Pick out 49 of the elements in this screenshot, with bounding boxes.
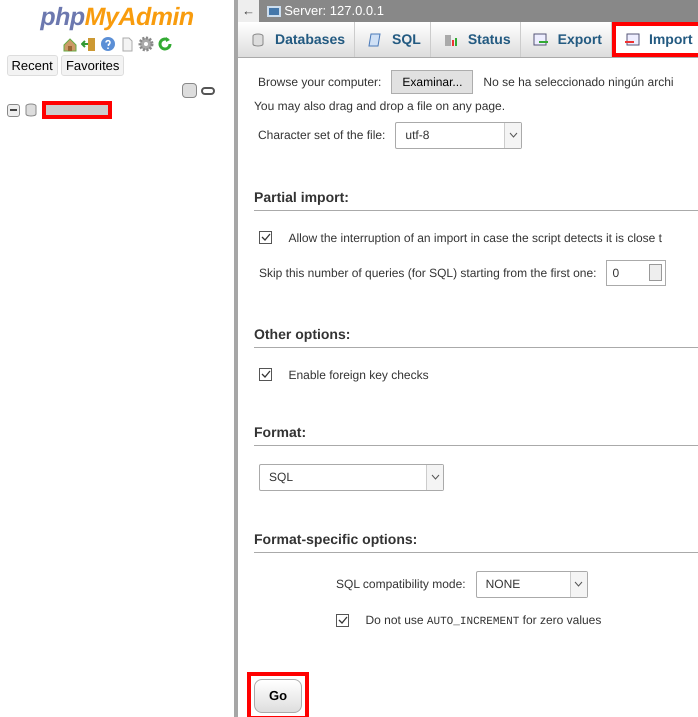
door-icon[interactable] [80, 36, 96, 52]
checkbox-label: Enable foreign key checks [288, 366, 429, 384]
tab[interactable]: Status [430, 22, 521, 57]
back-button[interactable]: ← [238, 0, 259, 22]
tab[interactable]: Export [520, 22, 612, 57]
select-field[interactable]: SQL [259, 464, 444, 491]
home-icon[interactable] [62, 36, 78, 52]
scroll-icon [367, 32, 384, 48]
field-label: Browse your computer: [258, 74, 382, 91]
checkbox[interactable] [259, 231, 272, 244]
field-label: Character set of the file: [258, 127, 386, 144]
select-field[interactable]: utf-8 [395, 122, 522, 149]
section-title: Other options: [254, 324, 698, 348]
hint-text: You may also drag and drop a file on any page. [254, 98, 506, 116]
section-title: Format: [254, 422, 698, 446]
sidebar-tab[interactable]: Favorites [60, 54, 124, 76]
field-label: Skip this number of queries (for SQL) starting from the first one: [259, 264, 596, 282]
database-icon [22, 102, 39, 118]
checkbox-label: Do not use AUTO_INCREMENT for zero values [366, 612, 602, 630]
sidebar-tab[interactable]: Recent [6, 54, 58, 76]
database-icon [250, 32, 266, 48]
file-status: No se ha seleccionado ningún archi [483, 74, 674, 91]
checkbox[interactable] [336, 614, 349, 627]
browse-button[interactable]: Examinar... [391, 70, 474, 94]
link-icon[interactable] [200, 86, 214, 95]
tab[interactable]: SQL [355, 22, 431, 57]
tab[interactable]: Import [612, 22, 698, 57]
caret-icon[interactable] [504, 122, 522, 148]
caret-icon[interactable] [426, 464, 443, 490]
tab[interactable]: Databases [238, 22, 356, 57]
section-title: Format-specific options: [254, 528, 698, 553]
select-field[interactable]: NONE [476, 570, 588, 598]
help-icon[interactable] [100, 36, 116, 52]
database-name[interactable] [42, 101, 112, 119]
spinner-icon[interactable] [649, 264, 662, 282]
expander-icon[interactable] [6, 104, 20, 116]
checkbox-label: Allow the interruption of an import in case the script detects it is close t [288, 230, 662, 247]
reload-icon[interactable] [156, 36, 172, 52]
go-button[interactable]: Go [254, 679, 302, 713]
monitor-icon [267, 6, 281, 16]
logo[interactable]: phpMyAdmin [0, 4, 234, 32]
caret-icon[interactable] [570, 572, 587, 597]
server-label[interactable]: Server: 127.0.0.1 [284, 1, 384, 21]
checkbox[interactable] [259, 368, 272, 382]
collapse-all-icon[interactable] [182, 82, 198, 98]
section-title: Partial import: [254, 186, 698, 211]
settings-icon[interactable] [138, 36, 154, 52]
field-label: SQL compatibility mode: [336, 576, 466, 594]
number-field[interactable]: 0 [606, 260, 666, 286]
